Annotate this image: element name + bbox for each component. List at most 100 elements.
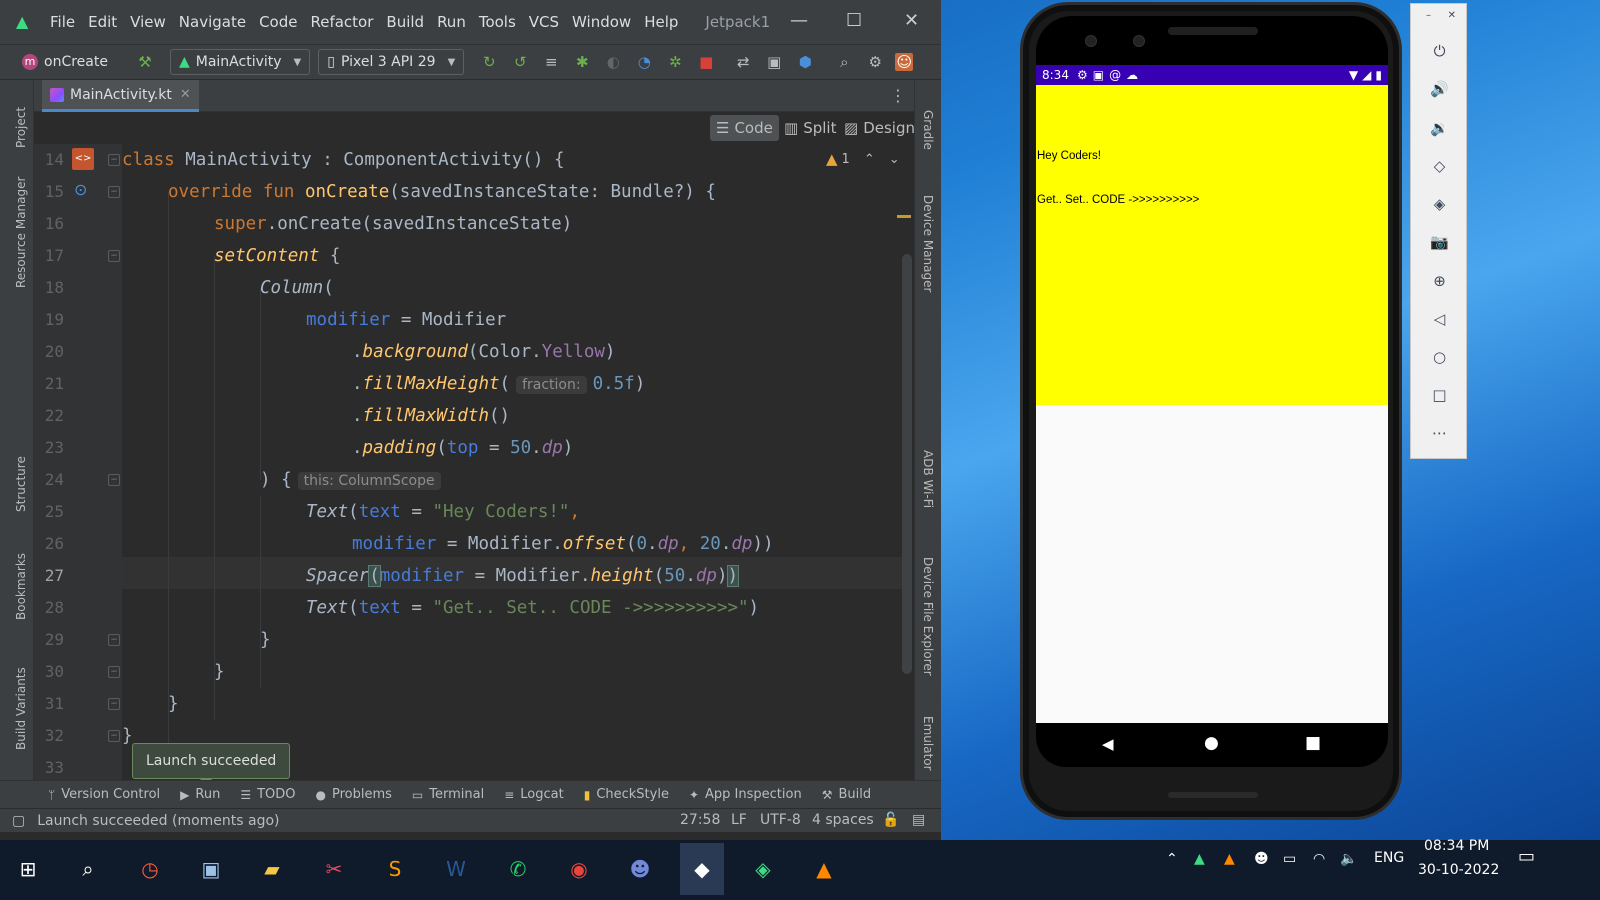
- tool-tab-build[interactable]: ⚒ Build: [822, 787, 871, 802]
- tool-tab-checkstyle[interactable]: ▮ CheckStyle: [584, 787, 669, 802]
- file-explorer-icon[interactable]: ▰: [250, 843, 294, 895]
- editor-tab-mainactivity[interactable]: MainActivity.kt ✕: [42, 80, 199, 112]
- rotate-right-icon[interactable]: ◈: [1411, 195, 1468, 213]
- menu-refactor[interactable]: Refactor: [310, 13, 373, 31]
- close-icon[interactable]: ✕: [904, 10, 919, 31]
- overview-icon[interactable]: ■: [1305, 733, 1321, 753]
- volume-up-icon[interactable]: 🔊: [1411, 80, 1468, 98]
- indent-setting[interactable]: 4 spaces: [812, 812, 874, 828]
- lock-icon[interactable]: 🔓: [882, 812, 899, 828]
- android-layout-gutter-icon[interactable]: <>: [72, 148, 94, 170]
- menu-vcs[interactable]: VCS: [529, 13, 559, 31]
- tool-tab-device-file-explorer[interactable]: Device File Explorer: [921, 557, 935, 676]
- tool-tab-logcat[interactable]: ≡ Logcat: [504, 787, 564, 802]
- menu-navigate[interactable]: Navigate: [179, 13, 246, 31]
- more-options-icon[interactable]: ⋮: [890, 86, 906, 105]
- apply-code-changes-icon[interactable]: ≡: [540, 53, 562, 71]
- windows-start-icon[interactable]: ⊞: [6, 843, 50, 895]
- tool-tab-adb-wifi[interactable]: ADB Wi-Fi: [921, 450, 935, 508]
- back-icon[interactable]: ◁: [1411, 310, 1468, 328]
- debug-attach-icon[interactable]: ✲: [664, 53, 686, 71]
- app-icon-clock[interactable]: ◷: [128, 843, 172, 895]
- tool-tab-structure[interactable]: Structure: [14, 456, 28, 512]
- discord-icon[interactable]: ☻: [618, 843, 662, 895]
- view-code-button[interactable]: ☰ Code: [710, 115, 779, 141]
- device-select[interactable]: ▯ Pixel 3 API 29 ▼: [318, 49, 465, 75]
- apply-changes-icon[interactable]: ↺: [509, 53, 531, 71]
- caret-position[interactable]: 27:58: [680, 812, 720, 828]
- power-icon[interactable]: ⏻: [1411, 42, 1468, 60]
- tool-tab-run[interactable]: ▶ Run: [180, 787, 220, 802]
- volume-down-icon[interactable]: 🔉: [1411, 119, 1468, 137]
- tray-vlc-icon[interactable]: ▲: [1224, 851, 1235, 867]
- fold-marker[interactable]: −: [108, 154, 120, 166]
- tool-tab-problems[interactable]: ● Problems: [316, 787, 392, 802]
- view-design-button[interactable]: ▨ Design: [838, 115, 921, 141]
- fold-marker[interactable]: −: [108, 666, 120, 678]
- warning-scroll-marker[interactable]: [897, 215, 911, 218]
- tray-language[interactable]: ENG: [1374, 850, 1404, 866]
- tool-tab-resource-manager[interactable]: Resource Manager: [14, 177, 28, 288]
- menu-tools[interactable]: Tools: [479, 13, 516, 31]
- tool-tab-gradle[interactable]: Gradle: [921, 110, 935, 150]
- vlc-icon[interactable]: ▲: [802, 843, 846, 895]
- breadcrumb[interactable]: m onCreate: [22, 54, 108, 70]
- gear-icon[interactable]: ⚙: [864, 53, 886, 71]
- menu-view[interactable]: View: [130, 13, 166, 31]
- chevron-up-icon[interactable]: ⌃: [864, 152, 875, 167]
- tray-date[interactable]: 30-10-2022: [1418, 862, 1499, 878]
- tool-tab-app-inspection[interactable]: ✦ App Inspection: [689, 787, 802, 802]
- notification-center-icon[interactable]: ▭: [1518, 846, 1535, 867]
- menu-help[interactable]: Help: [644, 13, 678, 31]
- rerun-icon[interactable]: ↻: [478, 53, 500, 71]
- sync-gradle-icon[interactable]: ⇄: [732, 53, 754, 71]
- sublime-text-icon[interactable]: S: [373, 843, 417, 895]
- search-icon[interactable]: ⌕: [66, 843, 110, 895]
- close-tab-icon[interactable]: ✕: [180, 87, 191, 102]
- run-config-select[interactable]: ▲ MainActivity ▼: [169, 49, 311, 75]
- device-manager-icon[interactable]: ▣: [763, 53, 785, 71]
- app-icon-pc[interactable]: ▣: [189, 843, 233, 895]
- fold-marker[interactable]: −: [108, 730, 120, 742]
- tool-tab-todo[interactable]: ☰ TODO: [240, 787, 295, 802]
- debug-icon[interactable]: ✱: [571, 53, 593, 71]
- close-icon[interactable]: ✕: [1411, 10, 1468, 21]
- screenshot-camera-icon[interactable]: 📷: [1411, 233, 1468, 251]
- fold-marker[interactable]: −: [108, 250, 120, 262]
- search-icon[interactable]: ⌕: [833, 53, 855, 71]
- app-icon-snip[interactable]: ✂: [312, 843, 356, 895]
- tray-chevron-up-icon[interactable]: ⌃: [1166, 851, 1178, 867]
- profile-icon[interactable]: ◔: [633, 53, 655, 71]
- tool-tab-emulator[interactable]: Emulator: [921, 716, 935, 771]
- menu-build[interactable]: Build: [386, 13, 424, 31]
- code-editor[interactable]: class MainActivity : ComponentActivity()…: [122, 144, 902, 780]
- tray-discord-icon[interactable]: ☻: [1254, 851, 1269, 867]
- android-studio-taskbar-icon[interactable]: ◆: [680, 843, 724, 895]
- minimize-icon[interactable]: —: [790, 10, 808, 31]
- fold-marker[interactable]: −: [108, 698, 120, 710]
- tool-tab-terminal[interactable]: ▭ Terminal: [412, 787, 484, 802]
- overview-icon[interactable]: □: [1411, 386, 1468, 404]
- tray-wifi-icon[interactable]: ◠: [1313, 851, 1325, 867]
- maximize-icon[interactable]: ☐: [846, 10, 862, 31]
- inspection-widget[interactable]: ▲ 1 ⌃ ⌄: [826, 150, 900, 168]
- home-icon[interactable]: ●: [1204, 733, 1219, 753]
- menu-code[interactable]: Code: [259, 13, 297, 31]
- stop-icon[interactable]: ■: [695, 53, 717, 71]
- rotate-left-icon[interactable]: ◇: [1411, 157, 1468, 175]
- fold-marker[interactable]: −: [108, 634, 120, 646]
- tray-volume-icon[interactable]: 🔈: [1340, 851, 1357, 867]
- chevron-down-icon[interactable]: ⌄: [889, 152, 900, 167]
- chrome-icon[interactable]: ◉: [557, 843, 601, 895]
- attach-debugger-icon[interactable]: ◐: [602, 53, 624, 71]
- emulator-taskbar-icon[interactable]: ◈: [741, 843, 785, 895]
- view-split-button[interactable]: ▥ Split: [778, 115, 842, 141]
- tool-tab-version-control[interactable]: ᛘ Version Control: [48, 787, 160, 802]
- home-icon[interactable]: ○: [1411, 348, 1468, 366]
- more-icon[interactable]: ⋯: [1411, 424, 1468, 442]
- fold-marker[interactable]: −: [108, 474, 120, 486]
- notifications-icon[interactable]: ▤: [912, 812, 925, 828]
- menu-window[interactable]: Window: [572, 13, 631, 31]
- tool-tab-device-manager[interactable]: Device Manager: [921, 195, 935, 292]
- tool-tab-bookmarks[interactable]: Bookmarks: [14, 553, 28, 620]
